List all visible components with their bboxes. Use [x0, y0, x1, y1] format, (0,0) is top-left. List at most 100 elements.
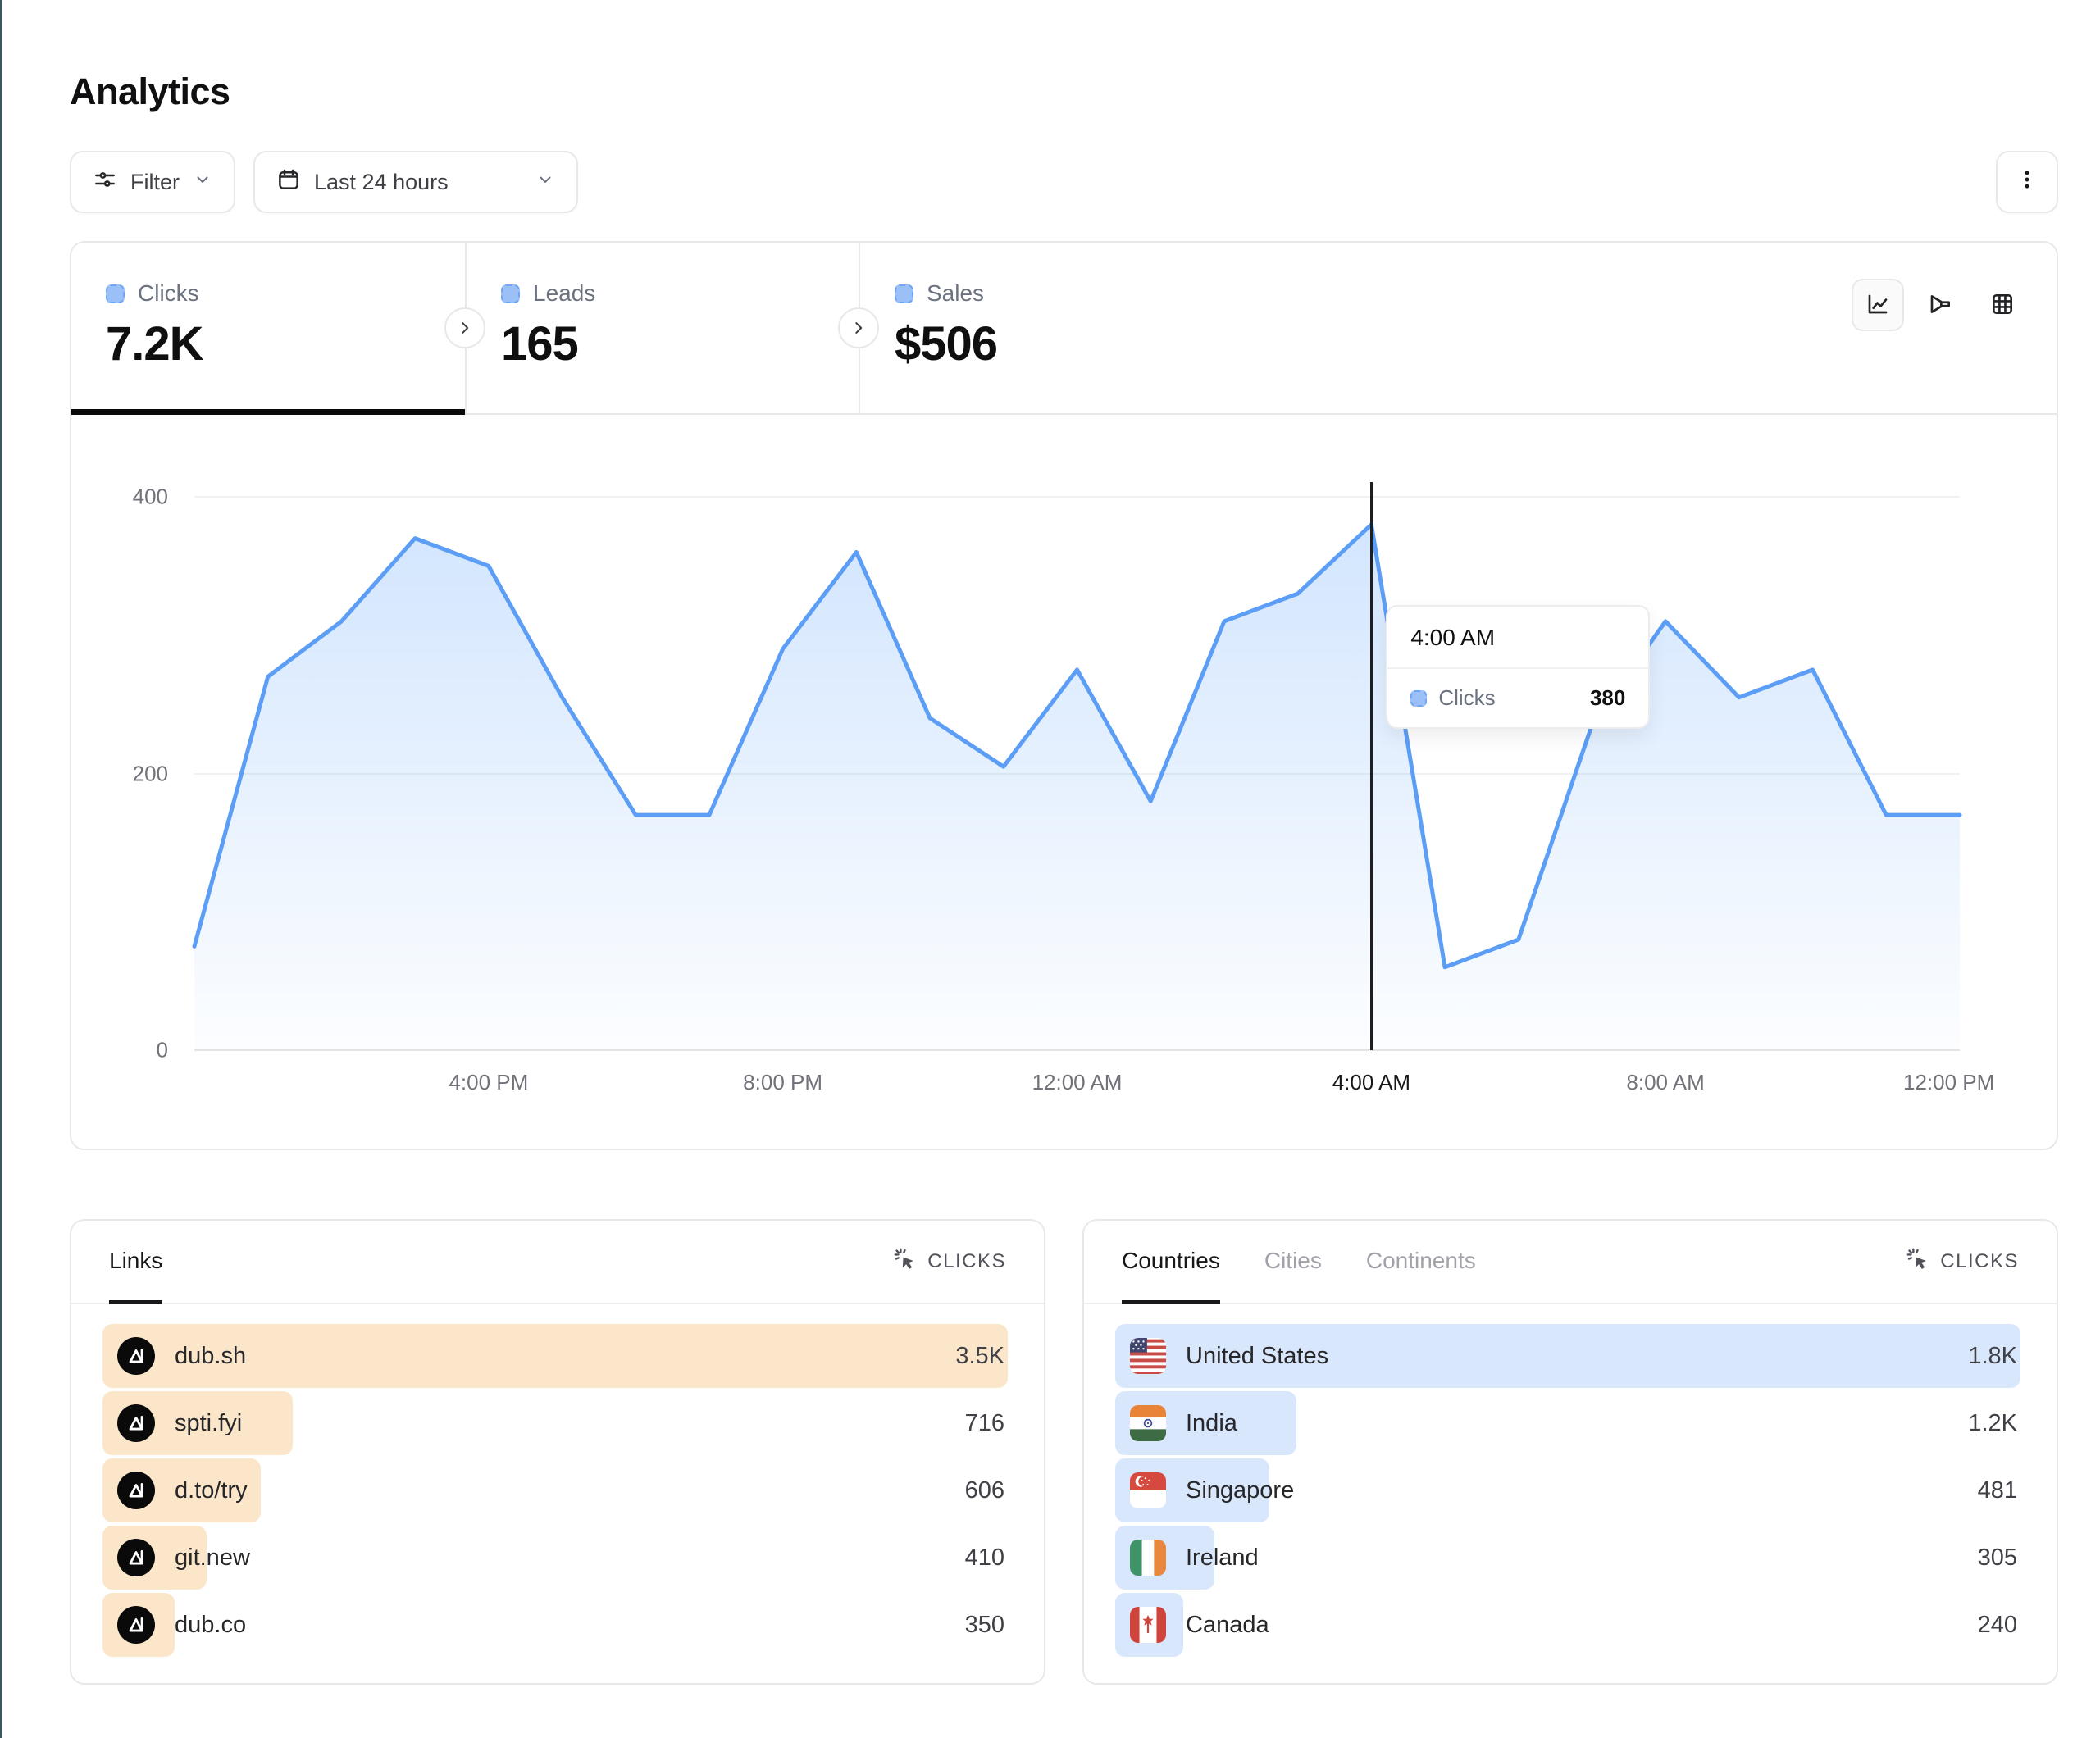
- row-value: 716: [965, 1410, 1008, 1437]
- toolbar: Filter Last 24 hours: [70, 151, 2058, 213]
- calendar-icon: [276, 167, 301, 198]
- x-axis-label: 4:00 AM: [1332, 1070, 1410, 1095]
- link-row-git-new[interactable]: git.new 410: [102, 1526, 1008, 1590]
- row-label: India: [1186, 1410, 1237, 1437]
- link-row-dub-co[interactable]: dub.co 350: [102, 1593, 1008, 1657]
- links-panel-header: Links CLICKS: [71, 1221, 1044, 1304]
- x-axis-label: 12:00 PM: [1903, 1070, 1994, 1095]
- grid-table-icon: [1989, 291, 2016, 320]
- stat-label: Clicks: [138, 280, 199, 307]
- row-value: 481: [1978, 1477, 2020, 1504]
- row-value: 1.8K: [1968, 1343, 2020, 1370]
- table-view-toggle-button[interactable]: [1976, 279, 2029, 331]
- links-metric-selector[interactable]: CLICKS: [893, 1221, 1006, 1303]
- x-axis-label: 8:00 PM: [743, 1070, 822, 1095]
- page-edge-accent: [0, 0, 2, 1738]
- chart-region: 4:00 AM Clicks 380 4002000 4:00 PM 8:00 P…: [71, 497, 2057, 1149]
- chart-tooltip: 4:00 AM Clicks 380: [1386, 605, 1650, 729]
- leads-legend-icon: [501, 284, 520, 303]
- link-row-d-to-try[interactable]: d.to/try 606: [102, 1458, 1008, 1522]
- link-row-spti-fyi[interactable]: spti.fyi 716: [102, 1391, 1008, 1455]
- x-axis-label: 8:00 AM: [1626, 1070, 1704, 1095]
- dub-logo-icon: [117, 1404, 155, 1442]
- y-axis-label: 200: [133, 761, 168, 786]
- stat-label: Sales: [927, 280, 984, 307]
- x-axis-label: 4:00 PM: [449, 1070, 528, 1095]
- y-axis-label: 0: [157, 1038, 168, 1063]
- stat-value: 7.2K: [106, 316, 465, 371]
- cursor-click-icon: [1906, 1247, 1930, 1277]
- links-panel: Links CLICKS dub.sh 3.5K spti.fyi: [70, 1219, 1045, 1685]
- date-range-button[interactable]: Last 24 hours: [253, 151, 578, 213]
- links-list: dub.sh 3.5K spti.fyi 716 d.to/try 606 gi…: [71, 1304, 1044, 1683]
- stats-row: Clicks 7.2K Leads 165 Sales $506: [71, 243, 2057, 415]
- dub-logo-icon: [117, 1539, 155, 1576]
- metric-label: CLICKS: [1940, 1250, 2019, 1273]
- funnel-chart-toggle-button[interactable]: [1914, 279, 1966, 331]
- ireland-flag-icon: [1130, 1540, 1166, 1576]
- link-row-dub-sh[interactable]: dub.sh 3.5K: [102, 1324, 1008, 1388]
- row-value: 240: [1978, 1612, 2020, 1639]
- country-row-ireland[interactable]: Ireland 305: [1115, 1526, 2020, 1590]
- row-label: spti.fyi: [175, 1410, 242, 1437]
- chart-area: [194, 525, 1960, 1050]
- country-row-united-states[interactable]: United States 1.8K: [1115, 1324, 2020, 1388]
- row-value: 606: [965, 1477, 1008, 1504]
- tab-cities[interactable]: Cities: [1264, 1221, 1322, 1304]
- countries-panel-header: Countries Cities Continents CLICKS: [1084, 1221, 2057, 1304]
- metric-label: CLICKS: [927, 1250, 1006, 1273]
- filter-button-label: Filter: [130, 170, 180, 195]
- row-value: 305: [1978, 1545, 2020, 1572]
- row-label: Canada: [1186, 1612, 1269, 1639]
- row-label: dub.sh: [175, 1343, 246, 1370]
- tooltip-series-label: Clicks: [1438, 685, 1495, 711]
- stat-expand-clicks-button[interactable]: [444, 307, 485, 348]
- row-label: dub.co: [175, 1612, 246, 1639]
- x-axis-label: 12:00 AM: [1032, 1070, 1123, 1095]
- date-range-label: Last 24 hours: [314, 170, 449, 195]
- sales-legend-icon: [895, 284, 913, 303]
- clicks-area-chart[interactable]: 4:00 AM Clicks 380 4002000: [194, 497, 1960, 1050]
- canada-flag-icon: [1130, 1607, 1166, 1643]
- country-row-singapore[interactable]: Singapore 481: [1115, 1458, 2020, 1522]
- country-row-india[interactable]: India 1.2K: [1115, 1391, 2020, 1455]
- stat-expand-leads-button[interactable]: [838, 307, 879, 348]
- tab-continents[interactable]: Continents: [1366, 1221, 1476, 1304]
- filter-button[interactable]: Filter: [70, 151, 235, 213]
- row-value: 410: [965, 1545, 1008, 1572]
- tooltip-value: 380: [1590, 685, 1625, 711]
- line-chart-toggle-button[interactable]: [1852, 279, 1904, 331]
- chevron-down-icon: [535, 170, 555, 195]
- singapore-flag-icon: [1130, 1472, 1166, 1508]
- tab-links[interactable]: Links: [109, 1221, 162, 1304]
- dub-logo-icon: [117, 1337, 155, 1375]
- page-title: Analytics: [70, 71, 2058, 113]
- tab-clicks[interactable]: Clicks 7.2K: [71, 243, 465, 413]
- row-label: United States: [1186, 1343, 1328, 1370]
- cursor-click-icon: [893, 1247, 918, 1277]
- y-axis-label: 400: [133, 485, 168, 510]
- tab-leads[interactable]: Leads 165: [465, 243, 859, 413]
- india-flag-icon: [1130, 1405, 1166, 1441]
- countries-metric-selector[interactable]: CLICKS: [1906, 1221, 2019, 1303]
- country-row-canada[interactable]: Canada 240: [1115, 1593, 2020, 1657]
- tab-countries[interactable]: Countries: [1122, 1221, 1220, 1304]
- line-chart-icon: [1865, 291, 1891, 320]
- row-label: git.new: [175, 1545, 250, 1572]
- chart-hover-line: [1370, 482, 1373, 1050]
- kebab-menu-icon: [2016, 168, 2039, 197]
- countries-list: United States 1.8K India 1.2K Singapore …: [1084, 1304, 2057, 1683]
- row-label: Ireland: [1186, 1545, 1259, 1572]
- chart-canvas: [194, 497, 1960, 1050]
- clicks-legend-icon: [106, 284, 125, 303]
- row-value: 350: [965, 1612, 1008, 1639]
- dub-logo-icon: [117, 1606, 155, 1644]
- us-flag-icon: [1130, 1338, 1166, 1374]
- stat-value: 165: [501, 316, 859, 371]
- row-value: 3.5K: [955, 1343, 1008, 1370]
- more-options-button[interactable]: [1996, 151, 2058, 213]
- row-value: 1.2K: [1968, 1410, 2020, 1437]
- analytics-chart-card: Clicks 7.2K Leads 165 Sales $506: [70, 241, 2058, 1150]
- tooltip-title: 4:00 AM: [1387, 607, 1648, 669]
- analytics-page: Analytics Filter Last 24 hours: [0, 0, 2100, 1722]
